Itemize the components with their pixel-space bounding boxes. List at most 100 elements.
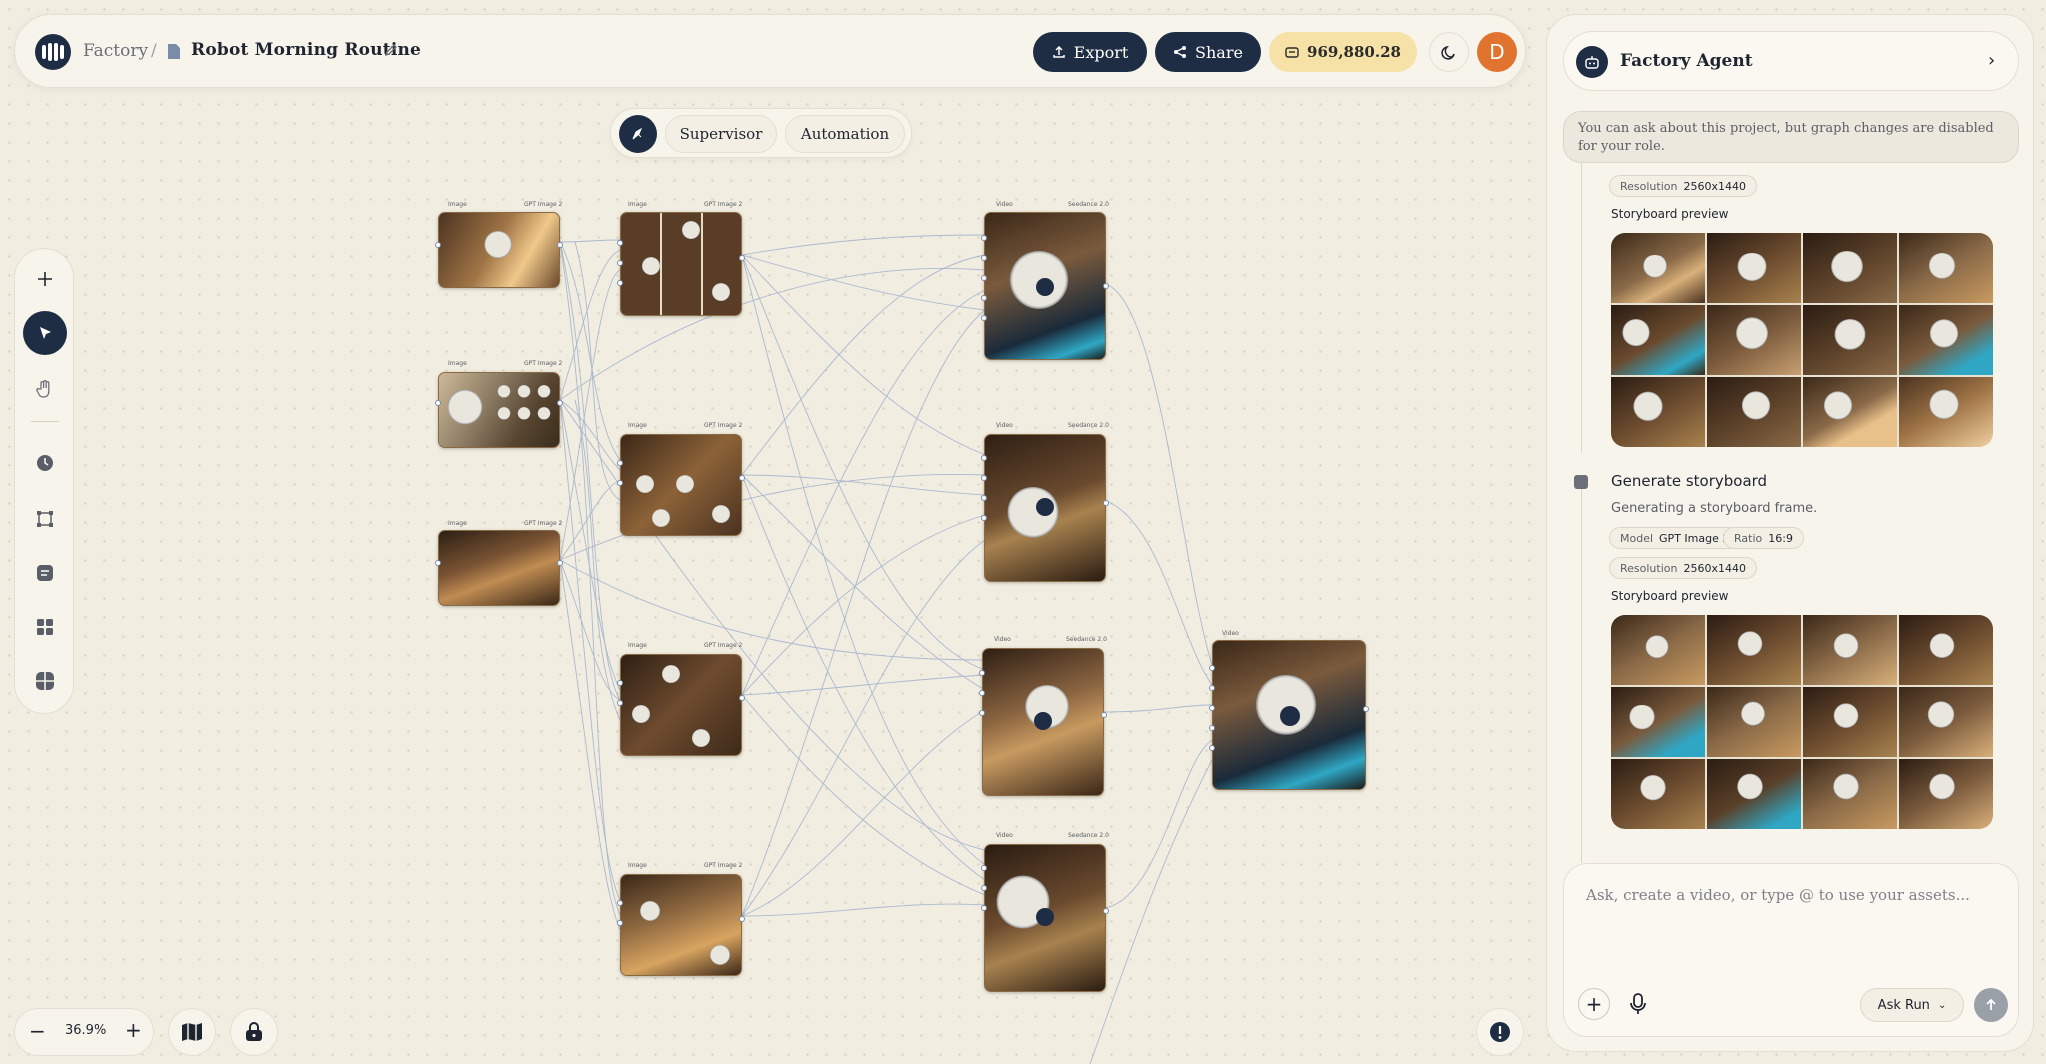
agent-panel: Factory Agent › You can ask about this p…: [1546, 14, 2034, 1052]
zoom-in-button[interactable]: +: [125, 1018, 142, 1042]
chip-value: GPT Image 2: [1659, 531, 1730, 545]
plus-icon[interactable]: [23, 257, 67, 301]
zoom-level: 36.9%: [65, 1023, 107, 1038]
image-node[interactable]: [438, 372, 560, 448]
attach-button[interactable]: +: [1578, 988, 1610, 1020]
chip-label: Resolution: [1620, 561, 1678, 575]
zoom-controls: − 36.9% +: [14, 1008, 154, 1056]
mode-switcher: Supervisor Automation: [610, 108, 912, 158]
storyboard-preview[interactable]: [1611, 615, 1993, 829]
frame-icon[interactable]: [23, 497, 67, 541]
node-label: Image: [628, 201, 647, 208]
note-icon[interactable]: [23, 551, 67, 595]
node-label: Image: [448, 360, 467, 367]
resolution-chip: Resolution 2560x1440: [1609, 557, 1757, 579]
grid-icon[interactable]: [23, 605, 67, 649]
chip-label: Model: [1620, 531, 1654, 545]
node-label: Image: [628, 422, 647, 429]
mode-select-value: Ask Run: [1877, 997, 1930, 1013]
node-model: GPT Image 2: [704, 862, 743, 869]
pencil-icon[interactable]: [383, 42, 399, 58]
play-icon[interactable]: [1036, 908, 1054, 926]
node-model: GPT Image 2: [704, 422, 743, 429]
step-title: Generate storyboard: [1611, 472, 1768, 490]
storyboard-step-icon: [1574, 475, 1588, 489]
play-icon[interactable]: [1034, 712, 1052, 730]
chip-value: 16:9: [1768, 531, 1793, 545]
layout-icon[interactable]: [23, 659, 67, 703]
node-label: Image: [448, 201, 467, 208]
share-button[interactable]: Share: [1155, 32, 1261, 72]
factory-logo[interactable]: [35, 34, 71, 70]
microphone-icon[interactable]: [1626, 992, 1650, 1016]
play-icon[interactable]: [1036, 498, 1054, 516]
node-model: GPT Image 2: [524, 360, 563, 367]
image-node[interactable]: [620, 874, 742, 976]
alert-button[interactable]: [1476, 1008, 1524, 1056]
model-chip: Model GPT Image 2: [1609, 527, 1741, 549]
send-button[interactable]: [1974, 988, 2008, 1022]
avatar[interactable]: D: [1477, 32, 1517, 72]
document-icon: [168, 44, 180, 59]
supervisor-icon[interactable]: [619, 115, 657, 153]
play-icon[interactable]: [1036, 278, 1054, 296]
export-button[interactable]: Export: [1033, 32, 1147, 72]
image-node[interactable]: [620, 434, 742, 536]
left-toolbar: [14, 248, 74, 714]
node-label: Video: [996, 422, 1013, 429]
node-label: Video: [996, 832, 1013, 839]
graph-nodes: Image GPT Image 2 Image GPT Image 2 Imag…: [0, 0, 1530, 1064]
top-bar: Factory / Robot Morning Routine Export S…: [14, 14, 1526, 88]
storyboard-preview-label: Storyboard preview: [1611, 207, 1729, 221]
image-node[interactable]: [438, 212, 560, 288]
chat-composer[interactable]: Ask, create a video, or type @ to use yo…: [1563, 863, 2019, 1037]
agent-header[interactable]: Factory Agent ›: [1563, 31, 2019, 91]
play-icon[interactable]: [1280, 706, 1300, 726]
step-description: Generating a storyboard frame.: [1611, 501, 1818, 516]
node-model: GPT Image 2: [704, 642, 743, 649]
tab-supervisor[interactable]: Supervisor: [665, 115, 777, 153]
image-node[interactable]: [620, 654, 742, 756]
node-model: Seedance 2.0: [1068, 422, 1109, 429]
zoom-out-button[interactable]: −: [29, 1019, 46, 1043]
credits-icon: [1285, 47, 1299, 58]
export-label: Export: [1073, 42, 1129, 62]
resolution-chip: Resolution 2560x1440: [1609, 175, 1757, 197]
credits-value: 969,880.28: [1307, 43, 1401, 61]
share-icon: [1174, 46, 1187, 58]
node-model: GPT Image 2: [524, 201, 563, 208]
chip-value: 2560x1440: [1683, 179, 1746, 193]
node-label: Image: [628, 862, 647, 869]
node-model: GPT Image 2: [704, 201, 743, 208]
node-model: Seedance 2.0: [1068, 201, 1109, 208]
ratio-chip: Ratio 16:9: [1723, 527, 1804, 549]
lock-icon: [246, 1022, 262, 1041]
chat-input[interactable]: Ask, create a video, or type @ to use yo…: [1586, 886, 1970, 904]
share-label: Share: [1195, 42, 1243, 62]
storyboard-preview[interactable]: [1611, 233, 1993, 447]
lock-button[interactable]: [230, 1008, 278, 1056]
breadcrumb-root[interactable]: Factory: [83, 41, 148, 61]
chip-label: Ratio: [1734, 531, 1763, 545]
theme-toggle[interactable]: [1429, 32, 1469, 72]
history-icon[interactable]: [23, 441, 67, 485]
alert-icon: [1490, 1022, 1510, 1042]
mode-select[interactable]: Ask Run ⌄: [1860, 988, 1964, 1022]
image-node[interactable]: [620, 212, 742, 316]
chip-value: 2560x1440: [1683, 561, 1746, 575]
node-label: Image: [448, 520, 467, 527]
map-icon: [182, 1023, 202, 1041]
image-node[interactable]: [438, 530, 560, 606]
node-model: Seedance 2.0: [1068, 832, 1109, 839]
agent-title: Factory Agent: [1620, 51, 1753, 71]
credits-badge[interactable]: 969,880.28: [1269, 32, 1417, 72]
hand-icon[interactable]: [23, 367, 67, 411]
node-label: Video: [1222, 630, 1239, 637]
pointer-icon[interactable]: [23, 311, 67, 355]
chevron-down-icon: ⌄: [1937, 999, 1947, 1011]
moon-icon: [1441, 45, 1455, 60]
chevron-right-icon[interactable]: ›: [1988, 50, 1995, 71]
minimap-button[interactable]: [168, 1008, 216, 1056]
tab-automation[interactable]: Automation: [785, 115, 905, 153]
node-model: Seedance 2.0: [1066, 636, 1107, 643]
